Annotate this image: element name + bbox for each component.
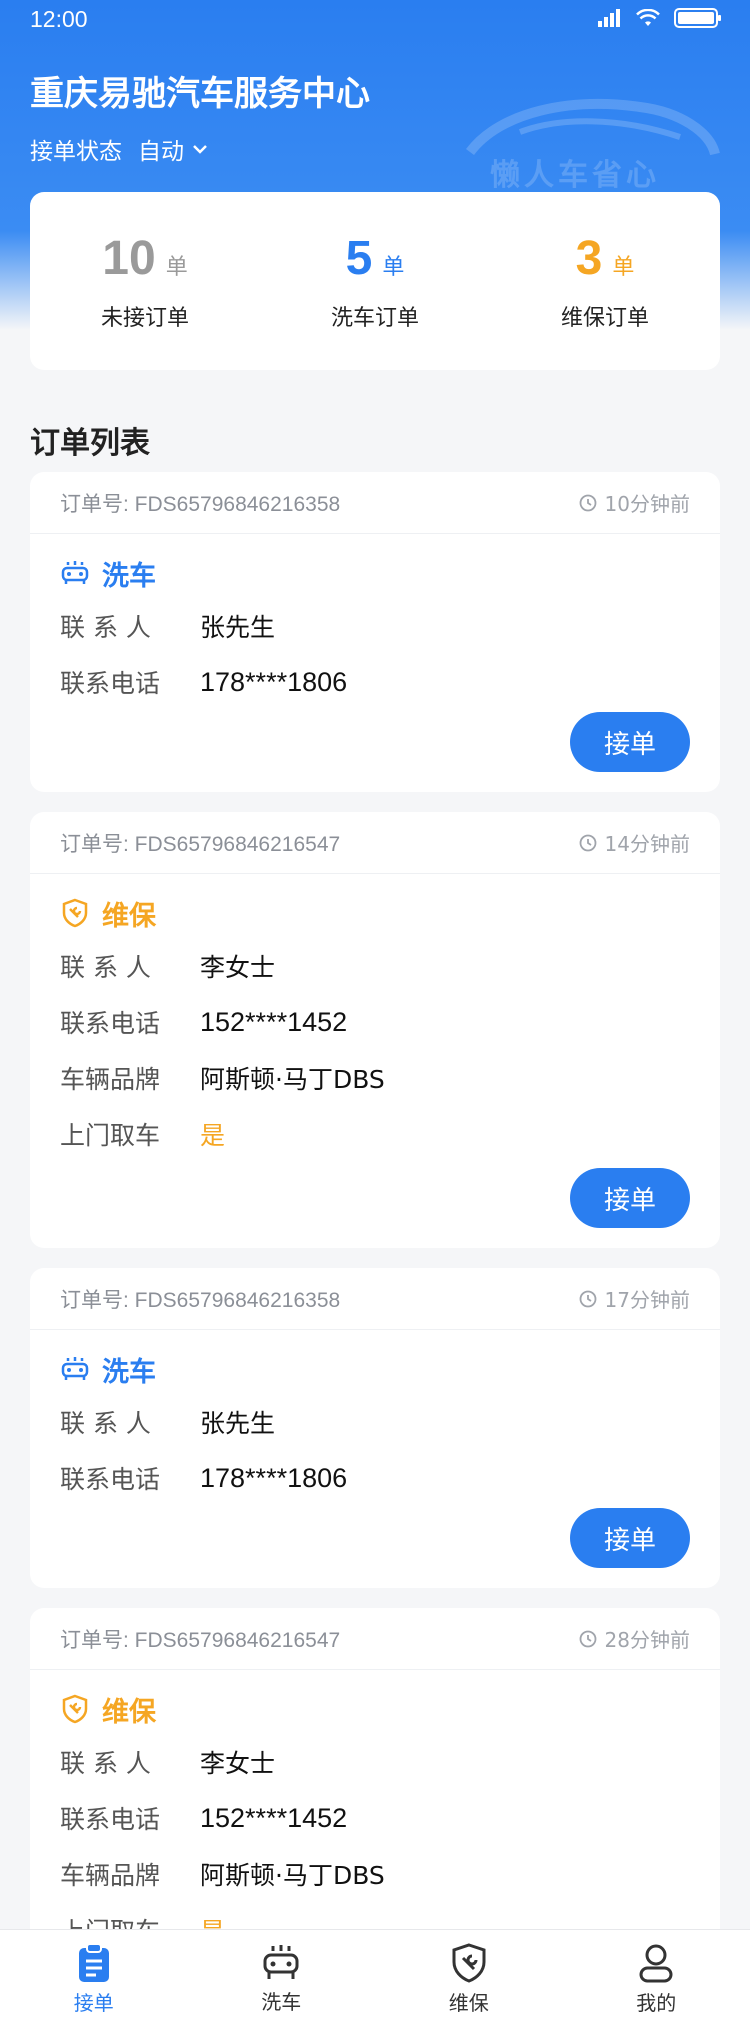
order-number: 订单号: FDS65796846216547: [60, 832, 341, 856]
phone-value: 152****1452: [200, 1802, 348, 1833]
accept-state-dropdown[interactable]: 自动: [138, 132, 208, 166]
order-number: 订单号: FDS65796846216547: [60, 1628, 341, 1652]
clock-icon: [579, 494, 596, 511]
accept-state-selector[interactable]: 接单状态 自动: [30, 132, 208, 166]
stat-value: 5: [345, 231, 373, 285]
stat-label: 维保订单: [560, 305, 649, 331]
stat-wash[interactable]: 5 单 洗车订单: [265, 231, 485, 332]
phone-label: 联系电话: [60, 1009, 161, 1038]
car-wash-icon: [61, 1357, 89, 1380]
order-type-label: 维保: [102, 900, 156, 932]
order-list: 订单号: FDS65796846216358 10分钟前 洗车 联 系 人张先生…: [30, 472, 720, 2029]
contact-label: 联 系 人: [60, 613, 151, 642]
brand-value: 阿斯顿·马丁DBS: [200, 1065, 385, 1094]
stat-value: 10: [102, 231, 156, 285]
wifi-icon: [636, 9, 660, 26]
contact-label: 联 系 人: [60, 1409, 151, 1438]
stat-unit: 单: [612, 254, 635, 280]
stat-pending[interactable]: 10 单 未接订单: [35, 231, 255, 332]
bottom-tab-bar: 接单 洗车 维保 我的: [0, 1929, 750, 2029]
status-icons: [598, 8, 722, 28]
stats-card: 10 单 未接订单 5 单 洗车订单 3 单 维保订单: [30, 192, 720, 370]
shop-name: 重庆易驰汽车服务中心: [30, 74, 370, 114]
order-number: 订单号: FDS65796846216358: [60, 1288, 341, 1312]
order-time: 14分钟前: [604, 832, 690, 856]
order-number: 订单号: FDS65796846216358: [60, 492, 341, 516]
order-time: 17分钟前: [604, 1288, 690, 1312]
tab-car-wash[interactable]: 洗车: [188, 1930, 376, 2029]
accept-order-button[interactable]: 接单: [570, 712, 690, 772]
stat-maintenance[interactable]: 3 单 维保订单: [495, 231, 715, 332]
chevron-down-icon: [193, 145, 207, 154]
clock-icon: [579, 1290, 596, 1307]
contact-value: 李女士: [200, 1749, 276, 1778]
order-type-label: 洗车: [102, 1356, 156, 1388]
brand-label: 车辆品牌: [60, 1861, 161, 1890]
tab-maintenance[interactable]: 维保: [375, 1930, 563, 2029]
accept-order-button[interactable]: 接单: [570, 1168, 690, 1228]
tab-label: 洗车: [261, 1990, 302, 2014]
stat-value: 3: [575, 231, 603, 285]
car-wash-icon: [61, 561, 89, 584]
tab-label: 接单: [73, 1991, 114, 2015]
clock-icon: [579, 1630, 596, 1647]
stat-label: 未接订单: [100, 305, 189, 331]
clipboard-icon: [78, 1943, 109, 1982]
phone-label: 联系电话: [60, 669, 161, 698]
clock-icon: [579, 834, 596, 851]
user-icon: [639, 1944, 673, 1983]
brand-watermark: 懒人车省心: [460, 92, 720, 202]
shield-wrench-icon: [62, 1694, 88, 1724]
order-card: 订单号: FDS65796846216358 10分钟前 洗车 联 系 人 张先生…: [30, 472, 720, 792]
contact-label: 联 系 人: [60, 953, 151, 982]
shield-wrench-icon: [62, 898, 88, 928]
order-card: 订单号: FDS65796846216547 14分钟前 维保 联 系 人 李女士…: [30, 812, 720, 1248]
phone-value: 178****1806: [200, 1462, 348, 1493]
phone-value: 152****1452: [200, 1006, 348, 1037]
pickup-value: 是: [200, 1121, 226, 1150]
tab-label: 维保: [448, 1991, 489, 2015]
pickup-label: 上门取车: [60, 1121, 161, 1150]
status-time: 12:00: [30, 6, 88, 32]
order-type-label: 维保: [102, 1696, 156, 1728]
contact-value: 李女士: [200, 953, 276, 982]
tab-profile[interactable]: 我的: [563, 1930, 750, 2029]
stat-unit: 单: [165, 254, 188, 280]
accept-state-value: 自动: [138, 139, 184, 165]
signal-icon: [598, 9, 620, 27]
order-card: 订单号: FDS65796846216358 17分钟前 洗车 联 系 人 张先生…: [30, 1268, 720, 1588]
car-wash-icon: [263, 1945, 299, 1979]
contact-value: 张先生: [200, 1409, 276, 1438]
stat-label: 洗车订单: [330, 305, 419, 331]
status-bar: 12:00: [0, 0, 750, 40]
order-time: 10分钟前: [604, 492, 690, 516]
shield-wrench-icon: [452, 1943, 486, 1983]
contact-label: 联 系 人: [60, 1749, 151, 1778]
phone-label: 联系电话: [60, 1465, 161, 1494]
watermark-text: 懒人车省心: [490, 158, 660, 193]
phone-value: 178****1806: [200, 666, 348, 697]
accept-state-label: 接单状态: [30, 139, 122, 165]
accept-order-button[interactable]: 接单: [570, 1508, 690, 1568]
brand-value: 阿斯顿·马丁DBS: [200, 1861, 385, 1890]
battery-icon: [674, 8, 721, 28]
tab-label: 我的: [636, 1991, 677, 2015]
phone-label: 联系电话: [60, 1805, 161, 1834]
brand-label: 车辆品牌: [60, 1065, 161, 1094]
contact-value: 张先生: [200, 613, 276, 642]
section-title: 订单列表: [30, 426, 150, 461]
tab-accept-orders[interactable]: 接单: [0, 1930, 188, 2029]
stat-unit: 单: [382, 254, 405, 280]
order-time: 28分钟前: [604, 1628, 690, 1652]
order-type-label: 洗车: [102, 560, 156, 592]
